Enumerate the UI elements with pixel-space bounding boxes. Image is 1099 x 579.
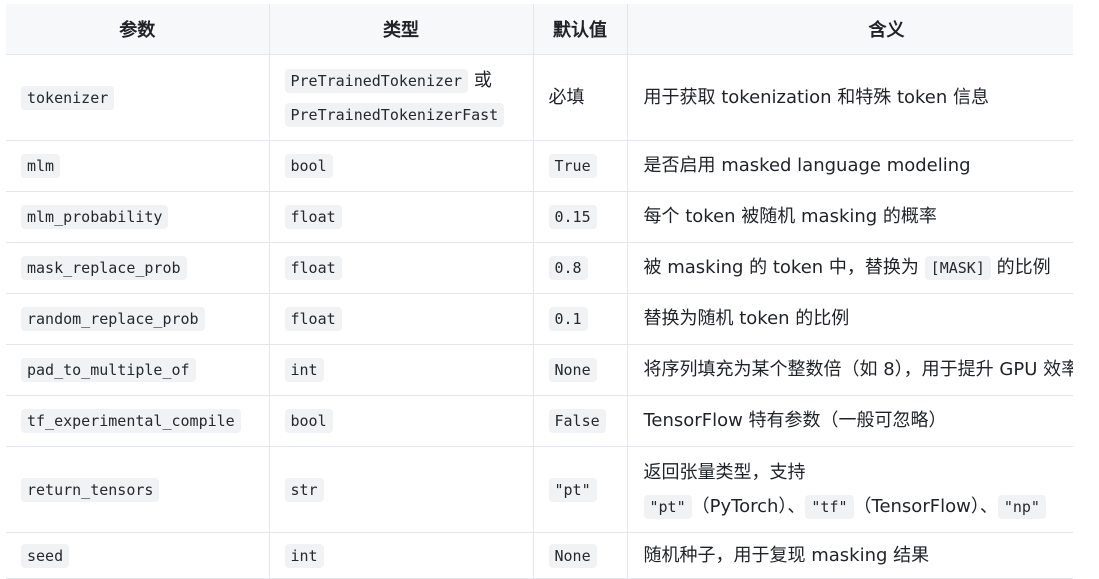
param-meaning: 返回张量类型，支持 (643, 461, 806, 483)
param-name: tokenizer (21, 85, 115, 110)
tensor-type-code: "tf" (805, 494, 854, 519)
tensor-type-label: （TensorFlow）、 (853, 495, 998, 517)
table-row: random_replace_prob float 0.1 替换为随机 toke… (6, 293, 1073, 345)
type-or-text: 或 (473, 69, 492, 91)
table-container: 参数 类型 默认值 含义 tokenizer PreTrainedTokeniz… (6, 4, 1073, 579)
param-default: "pt" (548, 477, 597, 502)
param-type: float (284, 307, 342, 331)
param-type: PreTrainedTokenizer (284, 68, 469, 93)
param-meaning-suffix: 的比例 (996, 257, 1051, 278)
param-type: bool (284, 409, 333, 433)
table-row: mask_replace_prob float 0.8 被 masking 的 … (6, 242, 1073, 294)
tensor-type-label: （PyTorch）、 (691, 495, 806, 517)
table-row: return_tensors str "pt" 返回张量类型，支持 "pt" （P… (6, 446, 1073, 533)
param-type: bool (284, 154, 333, 178)
table-row: seed int None 随机种子，用于复现 masking 结果 (6, 532, 1073, 579)
param-default: 必填 (548, 86, 585, 108)
table-row: mlm_probability float 0.15 每个 token 被随机 … (6, 191, 1073, 243)
param-default: True (548, 154, 597, 178)
param-meaning: 随机种子，用于复现 masking 结果 (643, 544, 930, 566)
param-name: mask_replace_prob (21, 256, 187, 280)
param-type: int (284, 543, 324, 568)
header-default: 默认值 (533, 4, 628, 55)
header-meaning: 含义 (627, 4, 1073, 55)
tensor-type-code: "np" (997, 494, 1046, 519)
param-name: tf_experimental_compile (21, 409, 241, 433)
param-meaning: 是否启用 masked language modeling (643, 155, 971, 176)
table-row: tokenizer PreTrainedTokenizer 或 PreTrain… (6, 54, 1073, 141)
header-type: 类型 (269, 4, 534, 55)
param-meaning: 每个 token 被随机 masking 的概率 (643, 206, 937, 227)
table-row: pad_to_multiple_of int None 将序列填充为某个整数倍（… (6, 344, 1074, 396)
tensor-type-code: "pt" (643, 494, 692, 519)
param-meaning: TensorFlow 特有参数（一般可忽略） (643, 410, 947, 431)
params-table: 参数 类型 默认值 含义 tokenizer PreTrainedTokeniz… (6, 4, 1073, 579)
param-default: None (548, 358, 597, 382)
param-meaning: 替换为随机 token 的比例 (643, 308, 850, 329)
param-type: float (284, 256, 342, 280)
param-name: random_replace_prob (21, 307, 205, 331)
param-name: seed (21, 543, 70, 568)
table-row: tf_experimental_compile bool False Tenso… (6, 395, 1073, 447)
param-meaning: 被 masking 的 token 中，替换为 (643, 257, 919, 278)
param-meaning: 用于获取 tokenization 和特殊 token 信息 (643, 86, 990, 108)
param-name: mlm_probability (21, 205, 169, 229)
param-meaning: 将序列填充为某个整数倍（如 8），用于提升 GPU 效率 (643, 359, 1074, 380)
param-name: pad_to_multiple_of (21, 358, 196, 382)
param-type: PreTrainedTokenizerFast (284, 102, 505, 127)
param-default: 0.15 (548, 205, 597, 229)
param-name: return_tensors (21, 477, 160, 502)
param-type: float (284, 205, 342, 229)
param-default: 0.8 (548, 256, 588, 280)
table-header-row: 参数 类型 默认值 含义 (6, 4, 1073, 55)
param-name: mlm (21, 154, 61, 178)
param-default: None (548, 543, 597, 568)
param-type: str (284, 477, 324, 502)
param-default: False (548, 409, 606, 433)
table-row: mlm bool True 是否启用 masked language model… (6, 140, 1073, 192)
header-param: 参数 (6, 4, 270, 55)
param-type: int (284, 358, 324, 382)
mask-token-code: [MASK] (924, 256, 991, 280)
param-default: 0.1 (548, 307, 588, 331)
